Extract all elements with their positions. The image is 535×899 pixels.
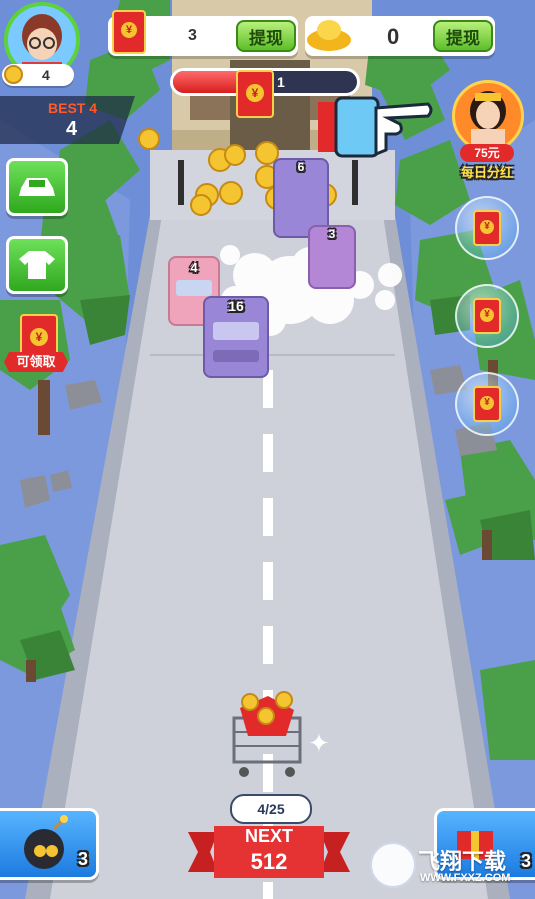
car-number: 3	[328, 227, 336, 241]
next-value: 512	[250, 849, 288, 874]
skin-shop-button[interactable]	[6, 236, 68, 294]
watermark: 飞翔下载 WWW.FXXZ.COM	[370, 838, 530, 892]
red-packet-bar: ¥ 3 提现	[108, 10, 298, 56]
level-progress-value: 1	[277, 74, 285, 90]
player-cart[interactable]	[228, 688, 306, 780]
coin-icon	[4, 65, 23, 84]
best-label: BEST 4	[48, 100, 98, 116]
promo-amount: 75元	[460, 144, 514, 162]
red-packet-bubble-2[interactable]: ¥	[455, 284, 519, 348]
gold-withdraw-button[interactable]: 提现	[433, 20, 493, 52]
red-withdraw-button[interactable]: 提现	[236, 20, 296, 52]
car-number: 16	[228, 298, 244, 314]
promo-label: 每日分红	[460, 165, 513, 180]
enemy-car-purple-16: 16	[203, 296, 269, 378]
coin-count: 4	[42, 67, 50, 83]
shirt-icon	[19, 251, 55, 279]
red-packet-bubble-1[interactable]: ¥	[455, 196, 519, 260]
car-shop-button[interactable]	[6, 158, 68, 216]
coin-counter: 4	[2, 64, 74, 86]
watermark-url: WWW.FXXZ.COM	[420, 872, 511, 884]
gold-ingot-icon	[305, 14, 353, 54]
pointing-hand-icon	[316, 84, 434, 164]
red-packet-icon: ¥	[112, 10, 146, 54]
bomb-button[interactable]: 3	[0, 808, 99, 880]
progress-red-packet-icon: ¥	[236, 70, 274, 118]
gold-count: 0	[387, 24, 400, 49]
best-score-panel: BEST 4 4	[0, 96, 135, 144]
best-value: 4	[66, 118, 78, 140]
bomb-count: 3	[78, 849, 89, 869]
daily-dividend-promo[interactable]: 75元 每日分红	[448, 80, 526, 180]
red-packet-count: 3	[188, 27, 197, 44]
cart-progress-text: 4/25	[257, 801, 285, 817]
car-icon	[19, 178, 55, 196]
cart-progress-pill: 4/25	[230, 794, 312, 824]
red-packet-bubble-3[interactable]: ¥	[455, 372, 519, 436]
gold-ingot-bar: 0 提现	[305, 16, 495, 56]
bomb-icon	[24, 815, 68, 869]
car-number: 4	[190, 260, 198, 275]
claimable-label: 可领取	[4, 352, 68, 372]
next-label: NEXT	[244, 826, 293, 846]
promo-avatar	[452, 80, 524, 152]
enemy-car-violet-3: 3	[308, 225, 356, 289]
next-banner: NEXT 512	[188, 822, 350, 882]
sparkle-icon: ✦	[308, 728, 330, 758]
watermark-logo-icon	[370, 842, 416, 888]
